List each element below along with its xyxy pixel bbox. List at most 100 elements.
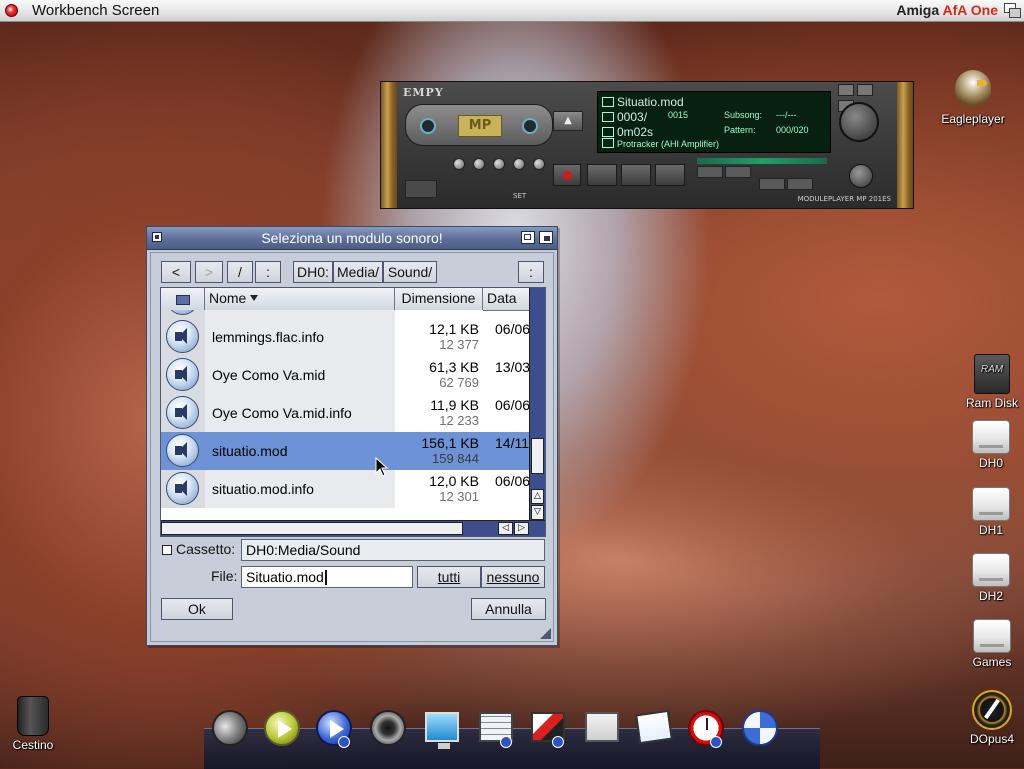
amiga-logo-icon[interactable] — [5, 4, 18, 17]
vertical-scroll-thumb[interactable] — [531, 438, 544, 474]
select-all-button[interactable]: tutti — [417, 566, 481, 588]
record-button[interactable] — [553, 164, 581, 186]
player-wood-panel-left — [381, 82, 397, 208]
screen-depth-icon[interactable] — [1004, 3, 1021, 18]
file-name: Oye Como Va.mid — [212, 367, 326, 383]
monitor-icon — [425, 712, 459, 749]
scroll-left-icon[interactable]: ◁ — [498, 522, 513, 535]
back-button[interactable]: < — [161, 261, 191, 283]
root-button[interactable]: : — [255, 261, 281, 283]
player-iconify-icon[interactable] — [838, 84, 854, 96]
list-item[interactable]: lemmings.flac.info 12,1 KB 12 377 06/06 — [161, 318, 529, 356]
os-brand: Amiga AfA One — [896, 2, 998, 18]
prev-button[interactable] — [697, 166, 723, 178]
dock-item-film[interactable] — [210, 708, 250, 752]
zoom-icon[interactable] — [521, 231, 535, 244]
desktop-icon-games[interactable]: Games — [964, 619, 1020, 669]
path-media-button[interactable]: Media/ — [333, 261, 383, 283]
depth-icon[interactable] — [539, 231, 553, 244]
select-none-button[interactable]: nessuno — [481, 566, 545, 588]
balance-knob[interactable] — [849, 164, 873, 188]
record-icon — [563, 171, 572, 180]
speaker-icon — [370, 710, 406, 746]
pause-button[interactable] — [587, 164, 617, 186]
desktop-icon-dh0[interactable]: DH0 — [966, 420, 1016, 470]
volume-knob[interactable] — [839, 102, 879, 142]
file-name-input[interactable]: Situatio.mod — [241, 566, 413, 588]
forward-button[interactable]: > — [195, 261, 223, 283]
play-button[interactable] — [621, 164, 651, 186]
rewind-button[interactable] — [759, 178, 785, 190]
scroll-down-icon[interactable]: ▽ — [531, 505, 544, 520]
function-button[interactable] — [493, 158, 505, 170]
drawer-field[interactable]: DH0:Media/Sound — [241, 539, 545, 561]
resize-handle-icon[interactable] — [539, 627, 551, 639]
dock-item-media-player[interactable] — [262, 708, 302, 752]
desktop-icon-eagleplayer[interactable]: Eagleplayer — [936, 66, 1010, 126]
file-size: 12,0 KB — [429, 473, 479, 489]
list-item[interactable]: situatio.mod.info 12,0 KB 12 301 06/06 — [161, 470, 529, 508]
dock-item-notepad[interactable] — [634, 708, 674, 752]
name-column-header[interactable]: Nome — [205, 288, 395, 310]
dock-item-signal[interactable] — [528, 708, 568, 752]
horizontal-scroll-thumb[interactable] — [161, 522, 463, 535]
dock-item-grid[interactable] — [476, 708, 516, 752]
desktop-icon-label: DH2 — [978, 589, 1003, 603]
icon-column-header[interactable] — [161, 288, 205, 310]
desktop-icon-dh2[interactable]: DH2 — [966, 553, 1016, 603]
pattern-value: 000/020 — [776, 125, 809, 135]
list-item[interactable]: Oye Como Va.mid.info 11,9 KB 12 233 06/06 — [161, 394, 529, 432]
player-wood-panel-right — [897, 82, 913, 208]
os-brand-main: Amiga — [896, 2, 943, 18]
path-menu-button[interactable]: : — [518, 261, 544, 283]
file-date: 06/06 — [495, 473, 529, 489]
parent-button[interactable]: / — [227, 261, 253, 283]
reel-right-icon — [522, 118, 538, 134]
list-item-selected[interactable]: situatio.mod 156,1 KB 159 844 14/11 — [161, 432, 529, 470]
seek-controls — [697, 166, 813, 190]
horizontal-scrollbar[interactable]: ◁ ▷ — [161, 520, 545, 536]
dock-item-clock[interactable] — [686, 708, 726, 752]
window-title-bar[interactable]: Seleziona un modulo sonoro! — [147, 227, 557, 250]
desktop-icon-dopus[interactable]: DOpus4 — [964, 690, 1020, 746]
stop-button[interactable] — [655, 164, 685, 186]
scroll-up-icon[interactable]: △ — [531, 489, 544, 504]
hard-drive-icon — [973, 619, 1011, 653]
function-button[interactable] — [473, 158, 485, 170]
next-button[interactable] — [725, 166, 751, 178]
ok-button[interactable]: Ok — [161, 598, 233, 620]
file-requester-window[interactable]: Seleziona un modulo sonoro! < > / : DH0:… — [146, 226, 558, 646]
cancel-button[interactable]: Annulla — [471, 598, 546, 620]
dock-item-boing[interactable] — [740, 708, 780, 752]
player-function-buttons[interactable] — [451, 158, 551, 180]
player-mini-button[interactable] — [405, 180, 437, 198]
size-column-label: Dimensione — [401, 290, 476, 306]
file-name: situatio.mod.info — [212, 481, 314, 497]
eject-button[interactable]: ▲ — [553, 111, 583, 131]
dock-item-player[interactable] — [314, 708, 354, 752]
size-column-header[interactable]: Dimensione — [395, 288, 483, 310]
desktop-icon-ram-disk[interactable]: RAM Ram Disk — [960, 354, 1024, 410]
function-button[interactable] — [513, 158, 525, 170]
module-player-window[interactable]: EMPY MP ▲ SET Situatio.mod 0003/ 0015 Su… — [380, 81, 914, 209]
path-dh0-button[interactable]: DH0: — [293, 261, 333, 283]
fast-forward-button[interactable] — [787, 178, 813, 190]
elapsed-time: 0m02s — [617, 125, 654, 139]
dock-item-book[interactable] — [582, 708, 622, 752]
path-sound-button[interactable]: Sound/ — [383, 261, 437, 283]
vertical-scrollbar[interactable]: △ ▽ — [529, 288, 545, 520]
desktop-icon-trash[interactable]: Cestino — [6, 696, 60, 752]
player-zoom-icon[interactable] — [857, 84, 873, 96]
player-window-buttons[interactable] — [835, 84, 891, 112]
list-item[interactable] — [161, 310, 529, 318]
drawer-checkbox[interactable] — [162, 545, 172, 555]
file-list[interactable]: Nome Dimensione Data lemmings.flac.info … — [160, 287, 546, 537]
desktop-icon-dh1[interactable]: DH1 — [966, 487, 1016, 537]
dock-item-screen[interactable] — [422, 708, 462, 752]
list-item[interactable]: Oye Como Va.mid 61,3 KB 62 769 13/03 — [161, 356, 529, 394]
dock-item-audio[interactable] — [368, 708, 408, 752]
scroll-right-icon[interactable]: ▷ — [514, 522, 529, 535]
function-button[interactable] — [533, 158, 545, 170]
function-button[interactable] — [453, 158, 465, 170]
reel-left-icon — [420, 118, 436, 134]
